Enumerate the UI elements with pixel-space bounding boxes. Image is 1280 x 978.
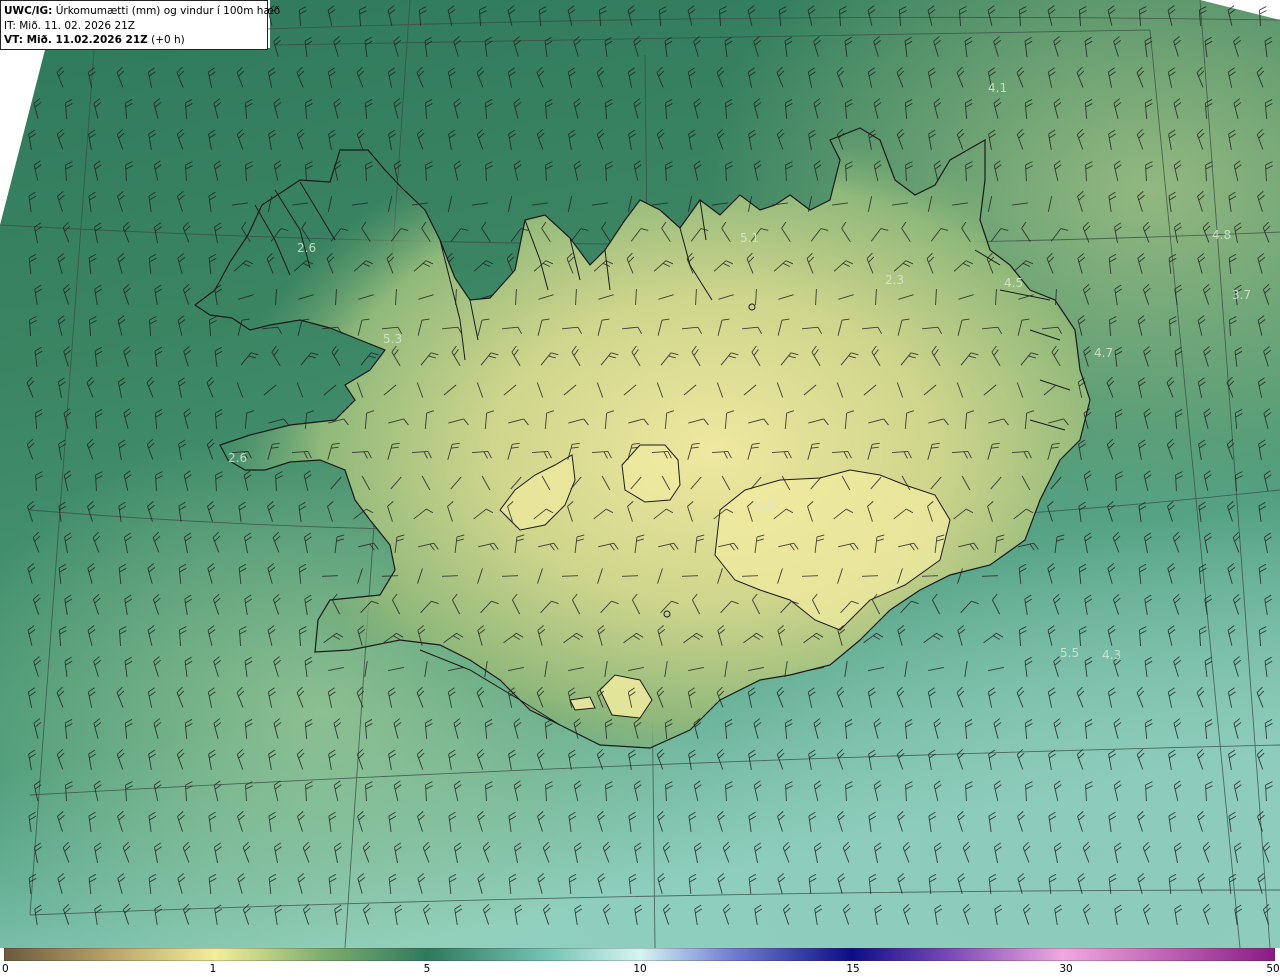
valid-time: VT: Mið. 11.02.2026 21Z: [4, 34, 148, 46]
precip-value-label: 1.9: [755, 498, 774, 512]
precipitation-wind-map: 4.1 4.8 3.7 4.5 4.7 5.1 2.3 2.6 5.3 2.6 5.5 4.3 1.9 2: [0, 0, 1280, 948]
precip-value-label: 2.6: [228, 451, 247, 465]
wind-barb: [981, 575, 999, 577]
colorbar-tick: 10: [633, 963, 647, 975]
colorbar-tick: 15: [846, 963, 860, 975]
precip-value-label: 4.7: [1094, 346, 1113, 360]
colorbar-tick: 50: [1266, 963, 1280, 975]
precip-value-label: 5.1: [740, 231, 759, 245]
init-time-prefix: IT:: [4, 19, 16, 32]
precip-value-label: 5.3: [383, 332, 402, 346]
precip-value-label: 4.1: [988, 81, 1007, 95]
wind-barb: [921, 575, 939, 577]
precip-value-label: 2: [640, 465, 648, 479]
colorbar-tick: 30: [1059, 963, 1073, 975]
precip-value-label: 4.3: [1102, 648, 1121, 662]
precip-value-label: 5.5: [1060, 646, 1079, 660]
wind-barb: [741, 575, 759, 577]
wind-barb: [441, 575, 459, 577]
model-name: UWC/IG:: [4, 5, 53, 17]
colorbar-tick: 0: [2, 963, 9, 975]
wind-barb: [681, 575, 699, 577]
lead-time: (+0 h): [147, 34, 185, 46]
colorbar-tick: 1: [209, 963, 217, 975]
colorbar-tick: 5: [423, 963, 431, 975]
colorbar-legend: 0 1 5 10 15 30 50: [0, 948, 1280, 978]
product-name: Úrkomumætti (mm) og vindur í 100m hæð: [52, 5, 281, 17]
precip-value-label: 3.7: [1232, 288, 1251, 302]
wind-barb: [621, 575, 639, 577]
colorbar-scale: [4, 948, 1275, 961]
forecast-map-view: 4.1 4.8 3.7 4.5 4.7 5.1 2.3 2.6 5.3 2.6 5.5 4.3 1.9 2…: [0, 0, 1280, 978]
init-time: Mið. 11. 02. 2026 21Z: [15, 19, 136, 32]
wind-barb: [501, 575, 519, 577]
precip-value-label: 2.6: [297, 241, 316, 255]
wind-barb: [801, 575, 819, 577]
precip-value-label: 4.8: [1212, 228, 1231, 242]
precip-value-label: 2.3: [885, 273, 904, 287]
precip-value-label: 4.5: [1004, 276, 1023, 290]
map-legend-header: UWC/IG: Úrkomumætti (mm) og vindur í 100…: [0, 0, 280, 50]
wind-barb: [561, 575, 579, 577]
wind-barb: [381, 575, 399, 577]
wind-barb: [321, 575, 339, 577]
wind-barb: [861, 575, 879, 577]
